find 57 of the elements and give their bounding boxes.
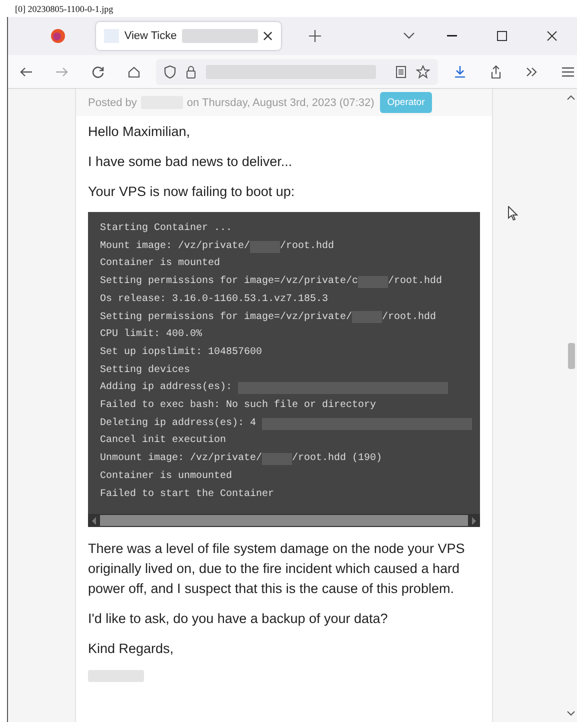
address-bar[interactable]	[156, 58, 438, 84]
scroll-up-icon[interactable]	[567, 95, 575, 100]
message-paragraph: Your VPS is now failing to boot up:	[88, 183, 296, 201]
message-paragraph: There was a level of file system damage on the node your VPS originally lived on, due to the fire incident which caused a hard power off, and I suspect that this is the cause of this problem.	[88, 540, 466, 598]
download-icon[interactable]	[454, 66, 466, 78]
mouse-pointer-icon	[508, 206, 518, 221]
terminal-line: /root.hdd	[388, 274, 442, 290]
scroll-left-icon[interactable]	[91, 516, 97, 524]
lock-icon	[186, 64, 196, 78]
terminal-line: Os release: 3.16.0-1160.53.1.vz7.185.3	[100, 292, 328, 307]
scroll-right-icon[interactable]	[471, 516, 477, 524]
browser-logo-icon[interactable]	[50, 28, 66, 44]
terminal-line: /root.hdd	[280, 240, 334, 254]
terminal-line: Cancel init execution	[100, 434, 226, 448]
terminal-line: Starting Container ...	[100, 222, 232, 236]
posted-by-label: Posted by	[88, 96, 137, 108]
terminal-line: Adding ip address(es):	[100, 380, 232, 396]
overflow-chevrons-icon[interactable]	[526, 66, 538, 76]
scroll-down-icon[interactable]	[567, 711, 575, 716]
message-paragraph: Hello Maximilian,	[88, 123, 192, 141]
terminal-line: Setting devices	[100, 364, 190, 378]
terminal-line: Setting permissions for image=/vz/private/	[100, 310, 352, 325]
message-paragraph: I'd like to ask, do you have a backup of your data?	[88, 610, 389, 628]
share-icon[interactable]	[490, 64, 502, 78]
back-arrow-icon[interactable]	[20, 66, 32, 76]
browser-tab[interactable]: View Ticke	[96, 22, 281, 50]
new-tab-plus-icon[interactable]	[309, 30, 321, 42]
terminal-line: Mount image: /vz/private/	[100, 240, 250, 254]
reload-icon[interactable]	[92, 66, 104, 78]
close-icon[interactable]	[547, 31, 557, 41]
close-icon[interactable]	[263, 31, 274, 41]
terminal-line: Set up iopslimit: 104857600	[100, 346, 262, 360]
operator-badge: Operator	[380, 92, 432, 113]
menu-icon[interactable]	[562, 66, 574, 76]
terminal-line: /root.hdd	[382, 310, 436, 325]
scrollbar-thumb[interactable]	[568, 343, 574, 369]
terminal-line: Deleting ip address(es): 4	[100, 416, 256, 431]
terminal-line: Unmount image: /vz/private/	[100, 452, 262, 466]
minimize-icon[interactable]	[447, 35, 457, 37]
message-paragraph: I have some bad news to deliver...	[88, 153, 294, 171]
reader-view-icon[interactable]	[396, 66, 406, 78]
message-paragraph: Kind Regards,	[88, 640, 175, 658]
terminal-line: Container is mounted	[100, 256, 220, 272]
maximize-icon[interactable]	[497, 31, 507, 41]
terminal-line: CPU limit: 400.0%	[100, 328, 202, 342]
terminal-line: Container is unmounted	[100, 470, 232, 484]
terminal-line: Failed to start the Container	[100, 488, 274, 502]
terminal-line: Failed to exec bash: No such file or directory	[100, 398, 376, 414]
chevron-down-icon[interactable]	[403, 32, 415, 40]
home-icon[interactable]	[128, 66, 140, 78]
shield-icon	[164, 64, 176, 78]
file-label: [0] 20230805-1100-0-1.jpg	[14, 3, 114, 16]
terminal-line: Setting permissions for image=/vz/private/c	[100, 274, 358, 290]
horizontal-scrollbar[interactable]	[88, 514, 480, 527]
star-icon[interactable]	[416, 64, 430, 78]
terminal-line: /root.hdd (190)	[292, 452, 382, 466]
post-date: on Thursday, August 3rd, 2023 (07:32)	[186, 96, 374, 108]
